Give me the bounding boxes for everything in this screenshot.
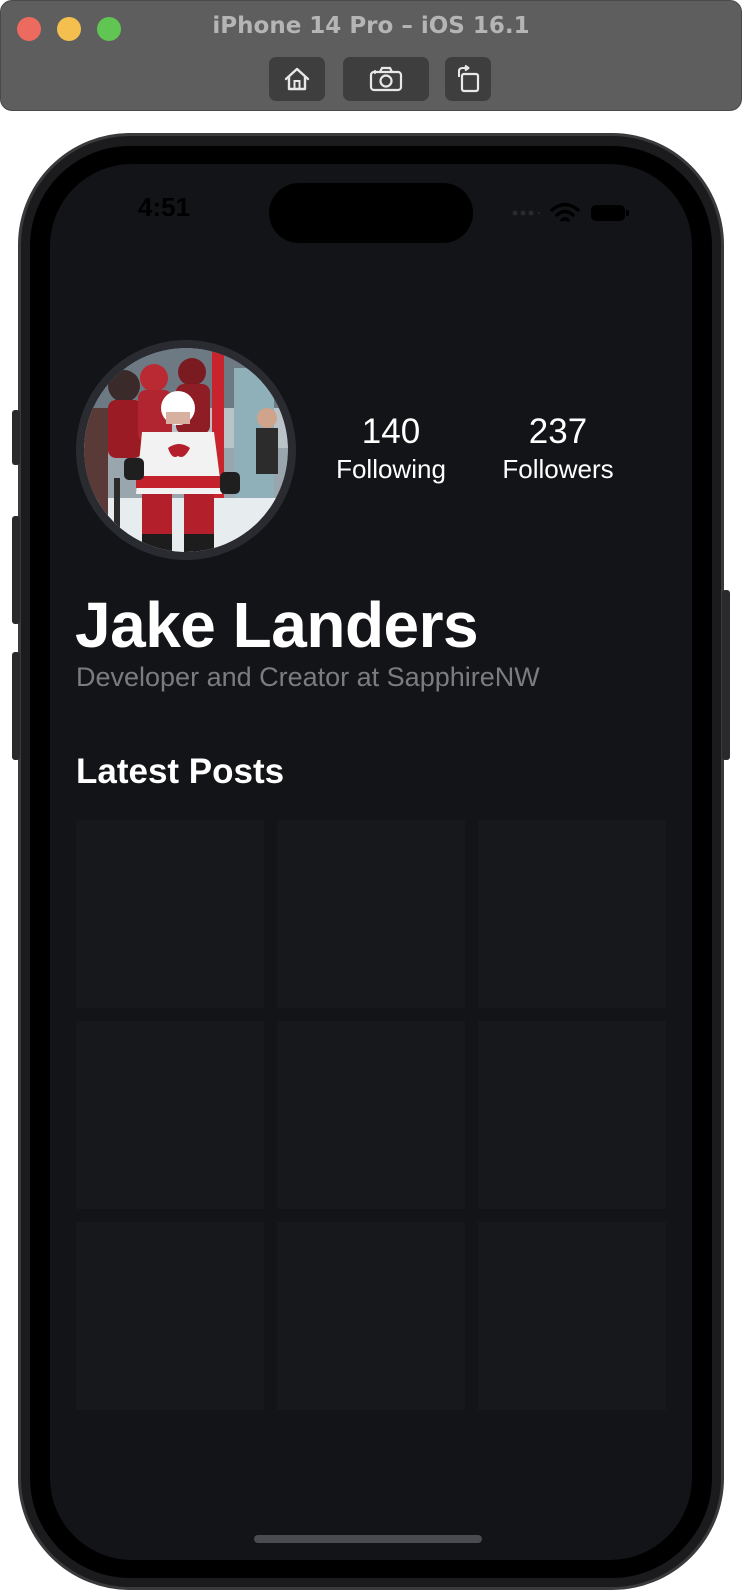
followers-stat[interactable]: 237 Followers <box>483 412 633 486</box>
followers-count: 237 <box>528 412 588 451</box>
followers-label: Followers <box>502 454 614 484</box>
status-icons <box>512 202 630 224</box>
profile-bio: Developer and Creator at SapphireNW <box>76 662 540 692</box>
power-button <box>722 590 730 760</box>
app-screen: 4:51 140 Following 237 Followers Jake La… <box>50 164 692 1560</box>
window-title: iPhone 14 Pro – iOS 16.1 <box>212 13 530 39</box>
signal-dots-icon <box>512 210 540 216</box>
simulator-titlebar: iPhone 14 Pro – iOS 16.1 <box>0 0 742 111</box>
post-tile[interactable] <box>478 1021 666 1209</box>
profile-name: Jake Landers <box>75 589 479 661</box>
battery-icon <box>591 205 629 221</box>
home-button[interactable] <box>269 57 325 101</box>
post-tile[interactable] <box>277 1021 465 1209</box>
status-time: 4:51 <box>138 192 191 222</box>
latest-posts-title: Latest Posts <box>76 752 285 791</box>
posts-grid <box>76 820 666 1410</box>
post-tile[interactable] <box>277 1222 465 1410</box>
following-label: Following <box>336 454 446 484</box>
rotate-button[interactable] <box>445 57 491 101</box>
wifi-icon <box>550 202 580 222</box>
rotate-icon <box>458 65 480 93</box>
volume-up-button <box>12 516 20 624</box>
action-button <box>12 410 20 465</box>
volume-down-button <box>12 652 20 760</box>
post-tile[interactable] <box>277 820 465 1008</box>
home-indicator[interactable] <box>254 1535 482 1543</box>
avatar-ring <box>76 340 296 560</box>
avatar[interactable] <box>84 348 288 552</box>
post-tile[interactable] <box>76 1021 264 1209</box>
post-tile[interactable] <box>478 820 666 1008</box>
post-tile[interactable] <box>76 820 264 1008</box>
screenshot-button[interactable] <box>343 57 429 101</box>
dynamic-island <box>269 183 473 243</box>
post-tile[interactable] <box>478 1222 666 1410</box>
following-count: 140 <box>361 412 421 451</box>
camera-icon <box>369 66 403 92</box>
following-stat[interactable]: 140 Following <box>316 412 466 486</box>
house-icon <box>284 67 310 91</box>
post-tile[interactable] <box>76 1222 264 1410</box>
